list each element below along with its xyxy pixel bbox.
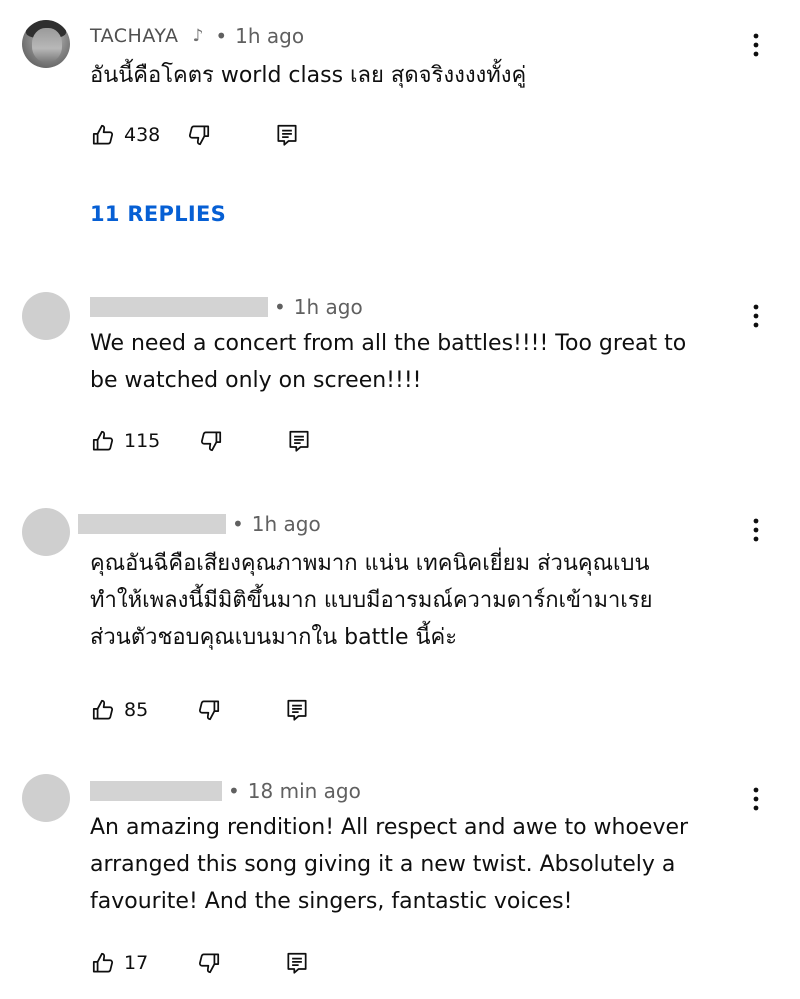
thumbs-up-icon[interactable] [90,428,116,454]
comment-text-line: favourite! And the singers, fantastic vo… [90,889,573,914]
comment-header: • 1h ago [78,512,321,536]
comment-text-line: An amazing rendition! All respect and aw… [90,815,689,840]
thumbs-down-icon[interactable] [196,697,222,723]
like-count: 115 [124,430,161,452]
view-replies-button[interactable]: 11 REPLIES [90,202,226,226]
thumbs-down-icon[interactable] [198,428,224,454]
comment-text-line: arranged this song giving it a new twist… [90,852,676,877]
comment-text: We need a concert from all the battles!!… [90,325,770,399]
comment-text-line: be watched only on screen!!!! [90,368,422,393]
thumbs-down-icon[interactable] [196,950,222,976]
comment-text-line: ทำให้เพลงนี้มีมิติขึ้นมาก แบบมีอารมณ์ควา… [90,588,653,613]
like-count: 85 [124,699,149,721]
timestamp[interactable]: 1h ago [252,512,321,536]
comment-header: TACHAYA ♪ • 1h ago [90,24,304,48]
avatar[interactable] [22,774,70,822]
comment-header: • 18 min ago [90,779,361,803]
comment-header: • 1h ago [90,295,363,319]
reply-icon[interactable] [286,428,312,454]
timestamp[interactable]: 18 min ago [248,779,361,803]
avatar[interactable] [22,292,70,340]
timestamp[interactable]: 1h ago [235,24,304,48]
thumbs-up-icon[interactable] [90,697,116,723]
separator-dot: • [274,295,286,319]
comment-text-line: คุณอันฉีคือเสียงคุณภาพมาก แน่น เทคนิคเยี… [90,551,650,576]
timestamp[interactable]: 1h ago [294,295,363,319]
separator-dot: • [215,24,228,48]
comment-text-line: We need a concert from all the battles!!… [90,331,687,356]
author-name[interactable]: TACHAYA [90,25,179,47]
avatar[interactable] [22,20,70,68]
reply-icon[interactable] [284,697,310,723]
comment-text: An amazing rendition! All respect and aw… [90,809,770,920]
comment-actions: 438 [90,120,300,150]
comment-actions: 115 [90,426,312,456]
author-name-redacted[interactable] [90,781,222,801]
music-note-icon: ♪ [192,26,204,46]
reply-icon[interactable] [274,122,300,148]
reply-icon[interactable] [284,950,310,976]
comment-actions: 17 [90,948,310,978]
thumbs-down-icon[interactable] [186,122,212,148]
like-count: 17 [124,952,149,974]
comment-text: คุณอันฉีคือเสียงคุณภาพมาก แน่น เทคนิคเยี… [90,545,770,656]
like-count: 438 [124,124,161,146]
author-name-redacted[interactable] [90,297,268,317]
thumbs-up-icon[interactable] [90,950,116,976]
comment-text-line: ส่วนตัวชอบคุณเบนมากใน battle นี้ค่ะ [90,625,458,650]
comment-text: อันนี้คือโคตร world class เลย สุดจริงงงง… [90,63,527,88]
comment-actions: 85 [90,695,310,725]
more-vert-icon[interactable] [746,517,766,543]
avatar[interactable] [22,508,70,556]
thumbs-up-icon[interactable] [90,122,116,148]
separator-dot: • [232,512,244,536]
separator-dot: • [228,779,240,803]
author-name-redacted[interactable] [78,514,226,534]
more-vert-icon[interactable] [746,32,766,58]
